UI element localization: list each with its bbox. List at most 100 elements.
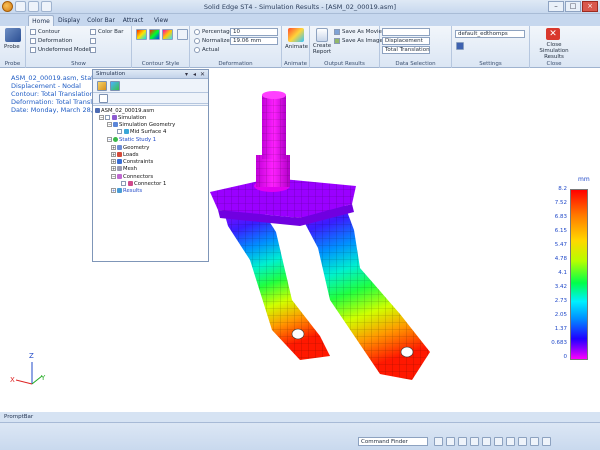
- axis-x-label: X: [10, 376, 15, 384]
- help-icon[interactable]: [542, 437, 551, 446]
- contour-style-fringe-icon[interactable]: [162, 29, 173, 40]
- tab-display[interactable]: Display: [56, 15, 82, 26]
- tree-item-loads[interactable]: + Loads: [111, 152, 138, 159]
- tab-view[interactable]: View: [150, 15, 172, 26]
- color-bar-checkbox[interactable]: Color Bar: [90, 28, 124, 36]
- group-contour-style-label: Contour Style: [141, 61, 180, 67]
- normalize-radio[interactable]: Normalize: [194, 37, 230, 45]
- pin-icon[interactable]: ▾: [185, 70, 188, 79]
- actual-radio[interactable]: Actual: [194, 46, 219, 54]
- close-results-icon: ✕: [546, 28, 560, 40]
- zoom-icon[interactable]: [434, 437, 443, 446]
- group-data-selection: Displacement Total Translation Data Sele…: [380, 26, 452, 68]
- display-icon[interactable]: [518, 437, 527, 446]
- view-controls: [434, 437, 551, 446]
- tree-item-simulation-geometry[interactable]: − Simulation Geometry: [107, 122, 175, 129]
- close-simulation-results-button[interactable]: Close Simulation Results: [531, 42, 577, 60]
- group-probe-label: Probe: [4, 61, 21, 67]
- tree-item-results[interactable]: + Results: [111, 188, 142, 195]
- show-option-checkbox-3[interactable]: [90, 46, 98, 54]
- contour-style-more-icon[interactable]: [177, 29, 188, 40]
- close-window-button[interactable]: ×: [582, 1, 598, 12]
- axis-y-label: Y: [40, 374, 46, 382]
- simulation-model[interactable]: [0, 68, 600, 412]
- command-finder-input[interactable]: Command Finder: [358, 437, 428, 446]
- axis-triad: Z X Y: [10, 352, 46, 385]
- legend-tick: 6.83: [554, 214, 567, 220]
- group-probe: Probe Probe: [0, 26, 26, 68]
- view-orient-icon[interactable]: [482, 437, 491, 446]
- legend-tick: 4.1: [558, 270, 567, 276]
- filter-icon[interactable]: [99, 94, 108, 103]
- rotate-icon[interactable]: [470, 437, 479, 446]
- pan-icon[interactable]: [458, 437, 467, 446]
- percentage-field[interactable]: 10: [230, 28, 278, 36]
- results-tool-icon[interactable]: [110, 81, 120, 91]
- tree-item-connector-1[interactable]: Connector 1: [121, 181, 166, 188]
- component-select[interactable]: Total Translation: [382, 46, 430, 54]
- animate-button[interactable]: Animate: [285, 43, 308, 51]
- tree-item-mesh[interactable]: + Mesh: [111, 166, 137, 173]
- group-settings-label: Settings: [479, 61, 502, 67]
- minimize-button[interactable]: –: [548, 1, 564, 12]
- title-bar: Solid Edge ST4 - Simulation Results - [A…: [0, 0, 600, 14]
- tree-item-geometry[interactable]: + Geometry: [111, 145, 149, 152]
- settings-save-icon[interactable]: [456, 42, 464, 50]
- show-option-checkbox-2[interactable]: [90, 37, 98, 45]
- tree-item-assembly[interactable]: ASM_02_00019.asm: [95, 108, 154, 115]
- group-output-results-label: Output Results: [324, 61, 365, 67]
- tree-item-mid-surface[interactable]: Mid Surface 4: [117, 129, 166, 136]
- result-type-select[interactable]: Displacement: [382, 37, 430, 45]
- render-icon[interactable]: [506, 437, 515, 446]
- tab-home[interactable]: Home: [28, 15, 54, 26]
- camera-icon[interactable]: [530, 437, 539, 446]
- fit-icon[interactable]: [446, 437, 455, 446]
- tab-color-bar[interactable]: Color Bar: [86, 15, 116, 26]
- color-legend-bar: [570, 189, 588, 360]
- create-report-button[interactable]: Create Report: [312, 43, 332, 55]
- deformation-checkbox[interactable]: Deformation: [30, 37, 72, 45]
- percentage-radio[interactable]: Percentage: [194, 28, 233, 36]
- undeformed-model-checkbox[interactable]: Undeformed Model: [30, 46, 90, 54]
- contour-style-smooth-icon[interactable]: [136, 29, 147, 40]
- tree-item-simulation[interactable]: − Simulation: [99, 115, 146, 122]
- group-deformation-label: Deformation: [218, 61, 253, 67]
- axis-z-label: Z: [29, 352, 34, 360]
- settings-preset-select[interactable]: default_edthomps: [455, 30, 525, 38]
- group-close: ✕ Close Simulation Results Close: [530, 26, 578, 68]
- shading-icon[interactable]: [494, 437, 503, 446]
- legend-tick: 2.05: [554, 312, 567, 318]
- tree-item-static-study[interactable]: − Static Study 1: [107, 137, 156, 144]
- study-tool-icon[interactable]: [97, 81, 107, 91]
- simulation-tree: ASM_02_00019.asm − Simulation − Simulation…: [93, 105, 208, 261]
- normalize-field[interactable]: 19.06 mm: [230, 37, 278, 45]
- group-show-label: Show: [71, 61, 86, 67]
- back-leg-hole: [291, 328, 305, 340]
- contour-checkbox[interactable]: Contour: [30, 28, 60, 36]
- create-report-icon: [316, 28, 328, 42]
- group-show: Contour Deformation Undeformed Model Col…: [26, 26, 132, 68]
- legend-tick: 2.73: [554, 298, 567, 304]
- tab-attract[interactable]: Attract: [120, 15, 146, 26]
- tree-item-connectors[interactable]: − Connectors: [111, 174, 153, 181]
- contour-style-banded-icon[interactable]: [149, 29, 160, 40]
- ribbon: Probe Probe Contour Deformation Undeform…: [0, 26, 600, 68]
- maximize-button[interactable]: □: [565, 1, 581, 12]
- probe-button[interactable]: Probe: [4, 43, 20, 51]
- group-animate-label: Animate: [283, 61, 308, 67]
- animate-icon: [288, 28, 304, 42]
- pane-subtoolbar: [93, 93, 208, 104]
- tree-item-constraints[interactable]: + Constraints: [111, 159, 153, 166]
- pane-close-icon[interactable]: ✕: [200, 70, 205, 79]
- group-deformation: Percentage Normalize Actual 10 19.06 mm …: [190, 26, 282, 68]
- group-output-results: Create Report Save As Movie Save As Imag…: [310, 26, 383, 68]
- autohide-icon[interactable]: ◂: [193, 70, 196, 79]
- group-close-label: Close: [546, 61, 562, 67]
- ribbon-tabs: Home Display Color Bar Attract View: [0, 14, 600, 26]
- legend-tick: 5.47: [554, 242, 567, 248]
- save-as-image-button[interactable]: Save As Image: [334, 37, 383, 45]
- data-blank-select[interactable]: [382, 28, 430, 36]
- save-as-movie-button[interactable]: Save As Movie: [334, 28, 382, 36]
- prompt-bar: PromptBar: [0, 412, 600, 423]
- simulation-pane: Simulation ▾ ◂ ✕ ASM_02_00019.asm − Simul…: [92, 69, 209, 262]
